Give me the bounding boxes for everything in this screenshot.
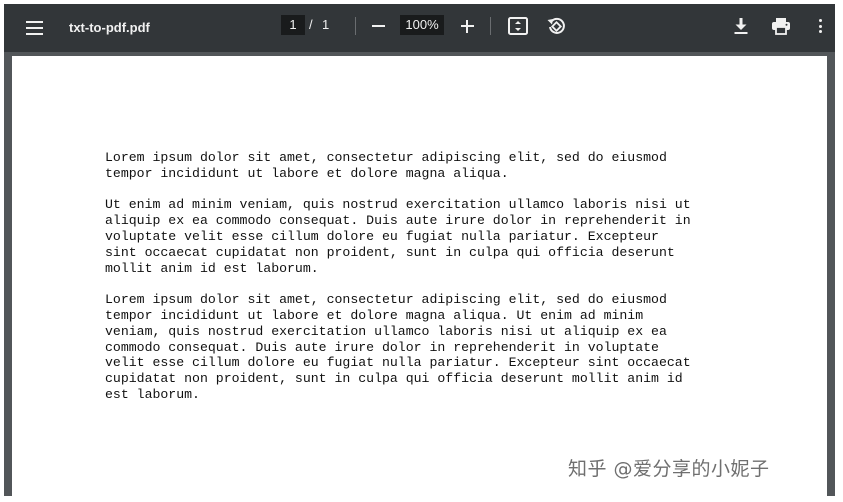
zoom-level-input[interactable]: 100% <box>400 15 444 35</box>
document-text: Lorem ipsum dolor sit amet, consectetur … <box>105 150 785 419</box>
rotate-button[interactable] <box>543 13 569 39</box>
download-icon <box>734 18 748 34</box>
print-icon <box>772 18 790 35</box>
toolbar-divider <box>355 17 356 35</box>
plus-icon <box>460 19 474 33</box>
zoom-out-button[interactable] <box>366 14 390 38</box>
download-button[interactable] <box>729 14 753 38</box>
zoom-in-button[interactable] <box>455 14 479 38</box>
paragraph: Lorem ipsum dolor sit amet, consectetur … <box>105 292 691 402</box>
watermark-text: 知乎 @爱分享的小妮子 <box>568 458 770 480</box>
pdf-page: Lorem ipsum dolor sit amet, consectetur … <box>12 56 827 496</box>
fit-to-page-button[interactable] <box>506 14 530 38</box>
page-total: 1 <box>322 17 330 32</box>
page-number-input[interactable] <box>281 15 305 35</box>
pdf-viewer: txt-to-pdf.pdf / 1 100% <box>4 4 835 496</box>
page-separator: / <box>309 17 313 32</box>
rotate-counterclockwise-icon <box>547 17 565 34</box>
print-button[interactable] <box>769 14 793 38</box>
more-vertical-icon <box>818 19 822 33</box>
menu-button[interactable] <box>18 12 50 44</box>
more-options-button[interactable] <box>810 14 830 38</box>
minus-icon <box>371 25 385 27</box>
paragraph: Lorem ipsum dolor sit amet, consectetur … <box>105 150 667 181</box>
viewer-toolbar: txt-to-pdf.pdf / 1 100% <box>4 4 835 52</box>
toolbar-divider <box>490 17 491 35</box>
hamburger-menu-icon <box>25 21 43 35</box>
document-title: txt-to-pdf.pdf <box>69 20 150 35</box>
fit-to-page-icon <box>508 17 528 35</box>
paragraph: Ut enim ad minim veniam, quis nostrud ex… <box>105 197 691 276</box>
